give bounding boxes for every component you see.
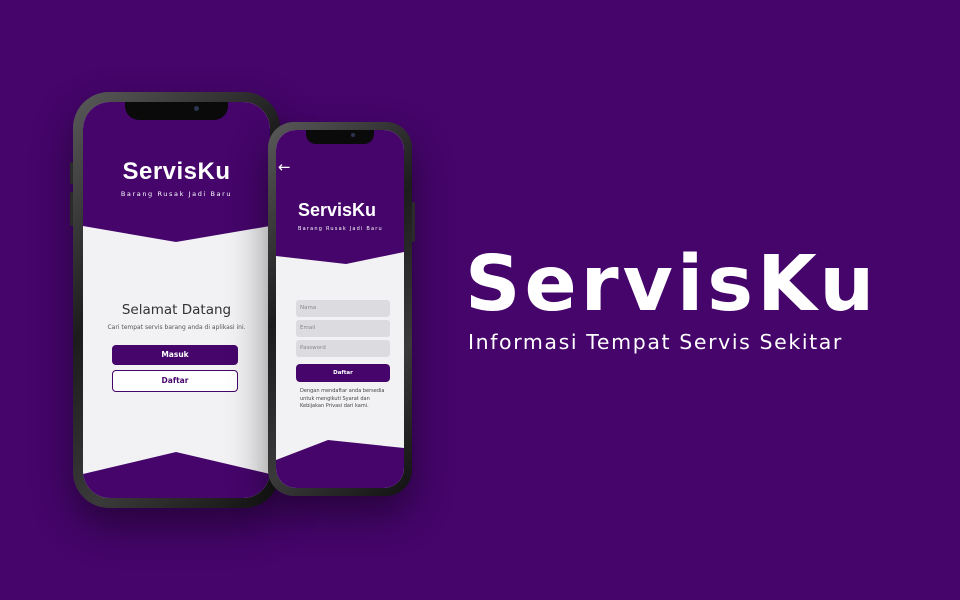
- phone-mockup-register: ← ServisKu Barang Rusak Jadi Baru Nama E…: [268, 122, 415, 496]
- register-submit-button[interactable]: Daftar: [296, 364, 390, 382]
- email-input[interactable]: Email: [296, 320, 390, 337]
- phone-side-button: [412, 202, 415, 242]
- phone-side-button: [70, 192, 73, 226]
- register-screen: ← ServisKu Barang Rusak Jadi Baru Nama E…: [276, 130, 404, 488]
- app-logo: ServisKu: [122, 158, 231, 185]
- login-button[interactable]: Masuk: [112, 345, 238, 365]
- arrow-left-icon[interactable]: ←: [278, 160, 291, 175]
- login-screen: ServisKu Barang Rusak Jadi Baru Selamat …: [83, 102, 270, 498]
- welcome-description: Cari tempat servis barang anda di aplika…: [107, 324, 246, 331]
- phone-side-button: [70, 162, 73, 184]
- app-tagline: Barang Rusak Jadi Baru: [120, 190, 233, 198]
- hero-title: ServisKu: [465, 240, 879, 329]
- header-shape: [276, 130, 404, 264]
- footer-shape: [83, 452, 270, 498]
- camera-icon: [351, 133, 355, 137]
- name-input[interactable]: Nama: [296, 300, 390, 317]
- footer-shape: [276, 440, 404, 488]
- phone-mockup-login: ServisKu Barang Rusak Jadi Baru Selamat …: [70, 92, 283, 508]
- phone-notch: [306, 130, 374, 144]
- hero-subtitle: Informasi Tempat Servis Sekitar: [468, 330, 843, 354]
- register-button[interactable]: Daftar: [112, 370, 238, 392]
- phone-notch: [125, 102, 228, 120]
- welcome-heading: Selamat Datang: [121, 302, 232, 318]
- app-tagline: Barang Rusak Jadi Baru: [298, 226, 383, 232]
- password-input[interactable]: Password: [296, 340, 390, 357]
- app-logo: ServisKu: [298, 200, 377, 220]
- camera-icon: [194, 106, 199, 111]
- terms-text: Dengan mendaftar anda bersedia untuk men…: [300, 388, 385, 409]
